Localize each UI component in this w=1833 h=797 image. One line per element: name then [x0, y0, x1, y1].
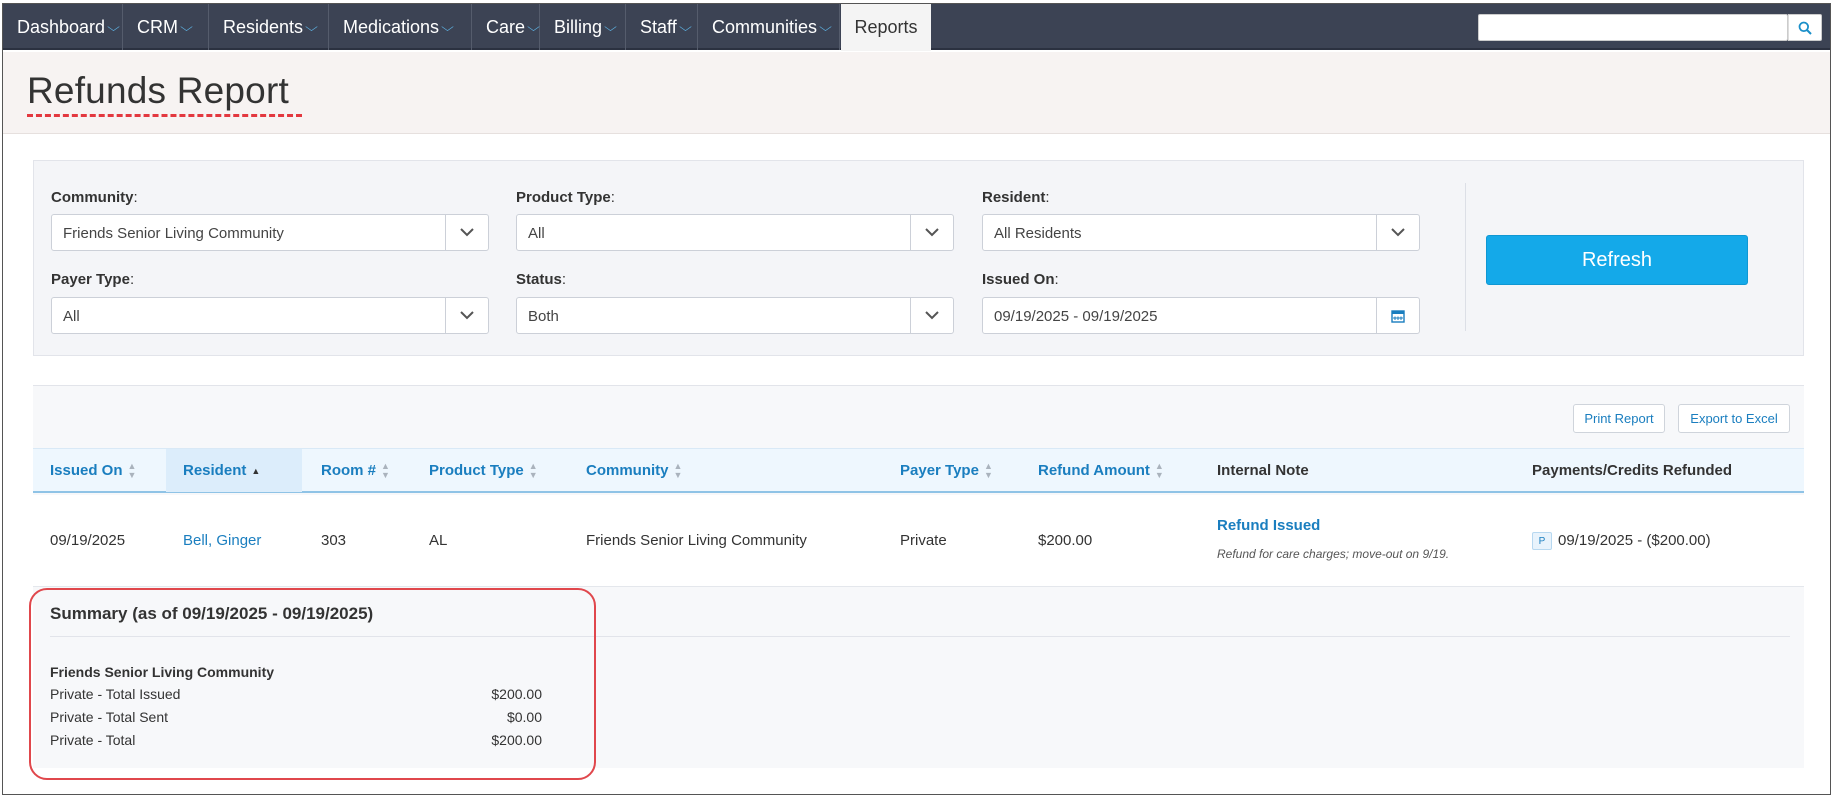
sort-icon: ▲ ▼: [528, 461, 538, 481]
sort-icon: ▲ ▼: [381, 461, 390, 481]
chevron-down-icon: ⌵: [180, 20, 193, 34]
search-button[interactable]: [1788, 14, 1822, 41]
col-community[interactable]: Community ▲ ▼: [586, 449, 682, 492]
cell-payment: 09/19/2025 - ($200.00): [1558, 532, 1711, 549]
chevron-down-icon[interactable]: [445, 215, 488, 250]
cell-room: 303: [321, 532, 347, 549]
table-row: 09/19/2025 Bell, Ginger 303 AL Friends S…: [33, 495, 1804, 587]
cell-refund-amount: $200.00: [1038, 532, 1093, 549]
issued-on-date-range[interactable]: 09/19/2025 - 09/19/2025: [982, 297, 1420, 334]
export-excel-button[interactable]: Export to Excel: [1678, 404, 1790, 433]
nav-item-reports[interactable]: Reports: [841, 4, 931, 51]
app-frame: Dashboard ⌵ CRM ⌵ Residents ⌵ Medications ⌵ …: [2, 3, 1831, 795]
page-title: Refunds Report: [27, 70, 289, 111]
payer-type-label: Payer Type:: [51, 271, 135, 288]
col-issued-on[interactable]: Issued On ▲ ▼: [50, 449, 136, 492]
chevron-down-icon: ⌵: [819, 20, 832, 34]
search-icon: [1798, 21, 1812, 35]
col-payments-refunded: Payments/Credits Refunded: [1532, 462, 1733, 479]
calendar-icon[interactable]: [1376, 298, 1419, 333]
nav-item-dashboard[interactable]: Dashboard ⌵: [3, 4, 123, 50]
chevron-down-icon: ⌵: [604, 20, 617, 34]
nav-item-residents[interactable]: Residents ⌵: [209, 4, 329, 50]
title-annotation-underline: [27, 113, 302, 117]
top-nav: Dashboard ⌵ CRM ⌵ Residents ⌵ Medications ⌵ …: [3, 4, 1830, 51]
refresh-button[interactable]: Refresh: [1486, 235, 1748, 285]
print-report-button[interactable]: Print Report: [1573, 404, 1665, 433]
filter-panel: Community: Friends Senior Living Communi…: [33, 160, 1804, 356]
status-select[interactable]: Both: [516, 297, 954, 334]
nav-item-billing[interactable]: Billing ⌵: [540, 4, 626, 50]
product-type-select[interactable]: All: [516, 214, 954, 251]
cell-issued-on: 09/19/2025: [50, 532, 126, 549]
col-refund-amount[interactable]: Refund Amount ▲ ▼: [1038, 449, 1164, 492]
sort-icon: ▲ ▼: [127, 461, 137, 481]
chevron-down-icon[interactable]: [445, 298, 488, 333]
note-text: Refund for care charges; move-out on 9/1…: [1217, 547, 1450, 561]
chevron-down-icon: ⌵: [107, 20, 120, 34]
cell-community: Friends Senior Living Community: [586, 532, 807, 549]
note-title-link[interactable]: Refund Issued: [1217, 517, 1320, 534]
nav-item-care[interactable]: Care ⌵: [472, 4, 540, 50]
col-payer-type[interactable]: Payer Type ▲ ▼: [900, 449, 993, 492]
chevron-down-icon[interactable]: [1376, 215, 1419, 250]
summary-annotation-box: [29, 588, 596, 780]
search-input[interactable]: [1478, 14, 1788, 41]
community-label: Community:: [51, 189, 138, 206]
nav-item-communities[interactable]: Communities ⌵: [698, 4, 840, 50]
sort-icon: ▲ ▼: [1154, 461, 1164, 481]
status-label: Status:: [516, 271, 567, 288]
issued-on-label: Issued On:: [982, 271, 1059, 288]
chevron-down-icon[interactable]: [910, 215, 953, 250]
payment-type-badge: P: [1532, 532, 1552, 550]
product-type-label: Product Type:: [516, 189, 615, 206]
sort-asc-icon: ▲: [251, 465, 261, 476]
payer-type-select[interactable]: All: [51, 297, 489, 334]
page-header: Refunds Report: [3, 52, 1830, 134]
nav-item-medications[interactable]: Medications ⌵: [329, 4, 472, 50]
resident-label: Resident:: [982, 189, 1050, 206]
col-room[interactable]: Room # ▲ ▼: [321, 449, 390, 492]
chevron-down-icon: ⌵: [441, 20, 454, 34]
community-select[interactable]: Friends Senior Living Community: [51, 214, 489, 251]
cell-payer-type: Private: [900, 532, 947, 549]
nav-item-crm[interactable]: CRM ⌵: [123, 4, 209, 50]
chevron-down-icon: ⌵: [527, 20, 540, 34]
sort-icon: ▲ ▼: [673, 461, 683, 481]
resident-link[interactable]: Bell, Ginger: [183, 532, 261, 549]
col-resident[interactable]: Resident ▲: [166, 449, 302, 492]
col-internal-note: Internal Note: [1217, 462, 1309, 479]
nav-item-staff[interactable]: Staff ⌵: [626, 4, 698, 50]
resident-select[interactable]: All Residents: [982, 214, 1420, 251]
filter-divider: [1465, 183, 1466, 331]
chevron-down-icon[interactable]: [910, 298, 953, 333]
table-header: Issued On ▲ ▼ Resident ▲ Room # ▲ ▼ Product T…: [33, 448, 1804, 493]
chevron-down-icon: ⌵: [678, 20, 692, 34]
col-product-type[interactable]: Product Type ▲ ▼: [429, 449, 538, 492]
sort-icon: ▲ ▼: [983, 461, 993, 481]
chevron-down-icon: ⌵: [305, 20, 318, 34]
cell-product-type: AL: [429, 532, 448, 549]
